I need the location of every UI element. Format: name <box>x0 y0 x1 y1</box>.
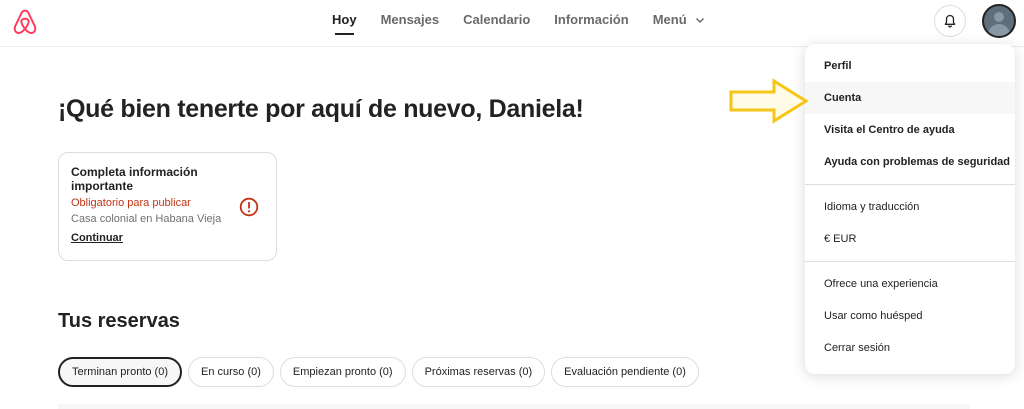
nav-calendario[interactable]: Calendario <box>463 0 530 47</box>
airbnb-logo-icon[interactable] <box>12 8 38 36</box>
tab-terminan-pronto[interactable]: Terminan pronto (0) <box>58 357 182 387</box>
menu-divider <box>805 184 1015 185</box>
main-nav: Hoy Mensajes Calendario Información Menú <box>332 0 729 47</box>
avatar-head-shape <box>994 12 1004 22</box>
chevron-down-icon <box>696 17 705 24</box>
top-header: Hoy Mensajes Calendario Información Menú <box>0 0 1024 47</box>
nav-informacion[interactable]: Información <box>554 0 628 47</box>
warning-icon <box>239 197 259 217</box>
avatar-body-shape <box>988 24 1010 36</box>
tab-proximas-reservas[interactable]: Próximas reservas (0) <box>411 357 546 387</box>
menu-item-ofrece-experiencia[interactable]: Ofrece una experiencia <box>805 268 1015 300</box>
continue-link[interactable]: Continuar <box>71 232 123 244</box>
menu-item-moneda[interactable]: € EUR <box>805 223 1015 255</box>
card-place-text: Casa colonial en Habana Vieja <box>71 213 222 225</box>
reservations-content-area <box>58 404 970 409</box>
card-required-text: Obligatorio para publicar <box>71 197 191 209</box>
page-title: ¡Qué bien tenerte por aquí de nuevo, Dan… <box>58 95 584 123</box>
tab-evaluacion-pendiente[interactable]: Evaluación pendiente (0) <box>551 357 699 387</box>
nav-hoy[interactable]: Hoy <box>332 0 357 47</box>
tab-empiezan-pronto[interactable]: Empiezan pronto (0) <box>279 357 406 387</box>
nav-mensajes[interactable]: Mensajes <box>381 0 440 47</box>
reservations-tabs: Terminan pronto (0) En curso (0) Empieza… <box>58 357 705 387</box>
bell-icon <box>944 14 956 28</box>
user-avatar[interactable] <box>982 4 1016 38</box>
notifications-button[interactable] <box>934 5 966 37</box>
menu-item-cuenta[interactable]: Cuenta <box>805 82 1015 114</box>
menu-item-idioma[interactable]: Idioma y traducción <box>805 191 1015 223</box>
menu-item-ayuda-seguridad[interactable]: Ayuda con problemas de seguridad <box>805 146 1015 178</box>
menu-item-usar-huesped[interactable]: Usar como huésped <box>805 300 1015 332</box>
reservations-title: Tus reservas <box>58 310 180 332</box>
annotation-arrow-icon <box>729 78 809 124</box>
menu-item-cerrar-sesion[interactable]: Cerrar sesión <box>805 332 1015 364</box>
menu-divider <box>805 261 1015 262</box>
account-dropdown-menu: Perfil Cuenta Visita el Centro de ayuda … <box>805 44 1015 374</box>
menu-item-centro-ayuda[interactable]: Visita el Centro de ayuda <box>805 114 1015 146</box>
nav-menu[interactable]: Menú <box>653 0 706 47</box>
card-title: Completa información importante <box>71 165 198 193</box>
menu-item-perfil[interactable]: Perfil <box>805 50 1015 82</box>
info-card[interactable]: Completa información importante Obligato… <box>58 152 277 261</box>
tab-en-curso[interactable]: En curso (0) <box>188 357 274 387</box>
